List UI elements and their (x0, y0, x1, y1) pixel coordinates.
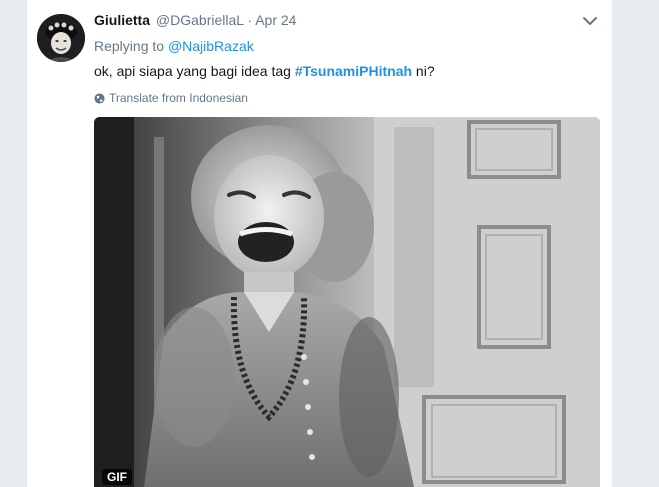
tweet-card[interactable]: Giulietta @DGabriellaL · Apr 24 Replying… (26, 0, 613, 487)
tweet-text: ok, api siapa yang bagi idea tag #Tsunam… (94, 62, 435, 81)
globe-icon (94, 92, 105, 104)
translate-label[interactable]: Translate from Indonesian (109, 90, 248, 106)
tweet-text-before: ok, api siapa yang bagi idea tag (94, 63, 291, 79)
translate-link[interactable]: Translate from Indonesian (94, 90, 248, 106)
chevron-down-icon[interactable] (582, 14, 598, 28)
gif-badge: GIF (102, 469, 132, 485)
header-separator: · (247, 12, 253, 28)
tweet-text-after: ni? (415, 63, 435, 79)
gif-image (94, 117, 600, 487)
replying-prefix: Replying to (94, 38, 165, 54)
author-name[interactable]: Giulietta (94, 12, 150, 28)
tweet-header: Giulietta @DGabriellaL · Apr 24 (94, 11, 296, 29)
avatar-image (37, 14, 85, 62)
author-handle[interactable]: @DGabriellaL (156, 12, 244, 28)
avatar[interactable] (37, 14, 85, 62)
replying-to: Replying to @NajibRazak (94, 37, 254, 55)
reply-mention-link[interactable]: @NajibRazak (168, 38, 254, 54)
tweet-date[interactable]: Apr 24 (255, 12, 296, 28)
gif-media[interactable]: GIF (94, 117, 600, 487)
hashtag-link[interactable]: #TsunamiPHitnah (295, 63, 412, 79)
